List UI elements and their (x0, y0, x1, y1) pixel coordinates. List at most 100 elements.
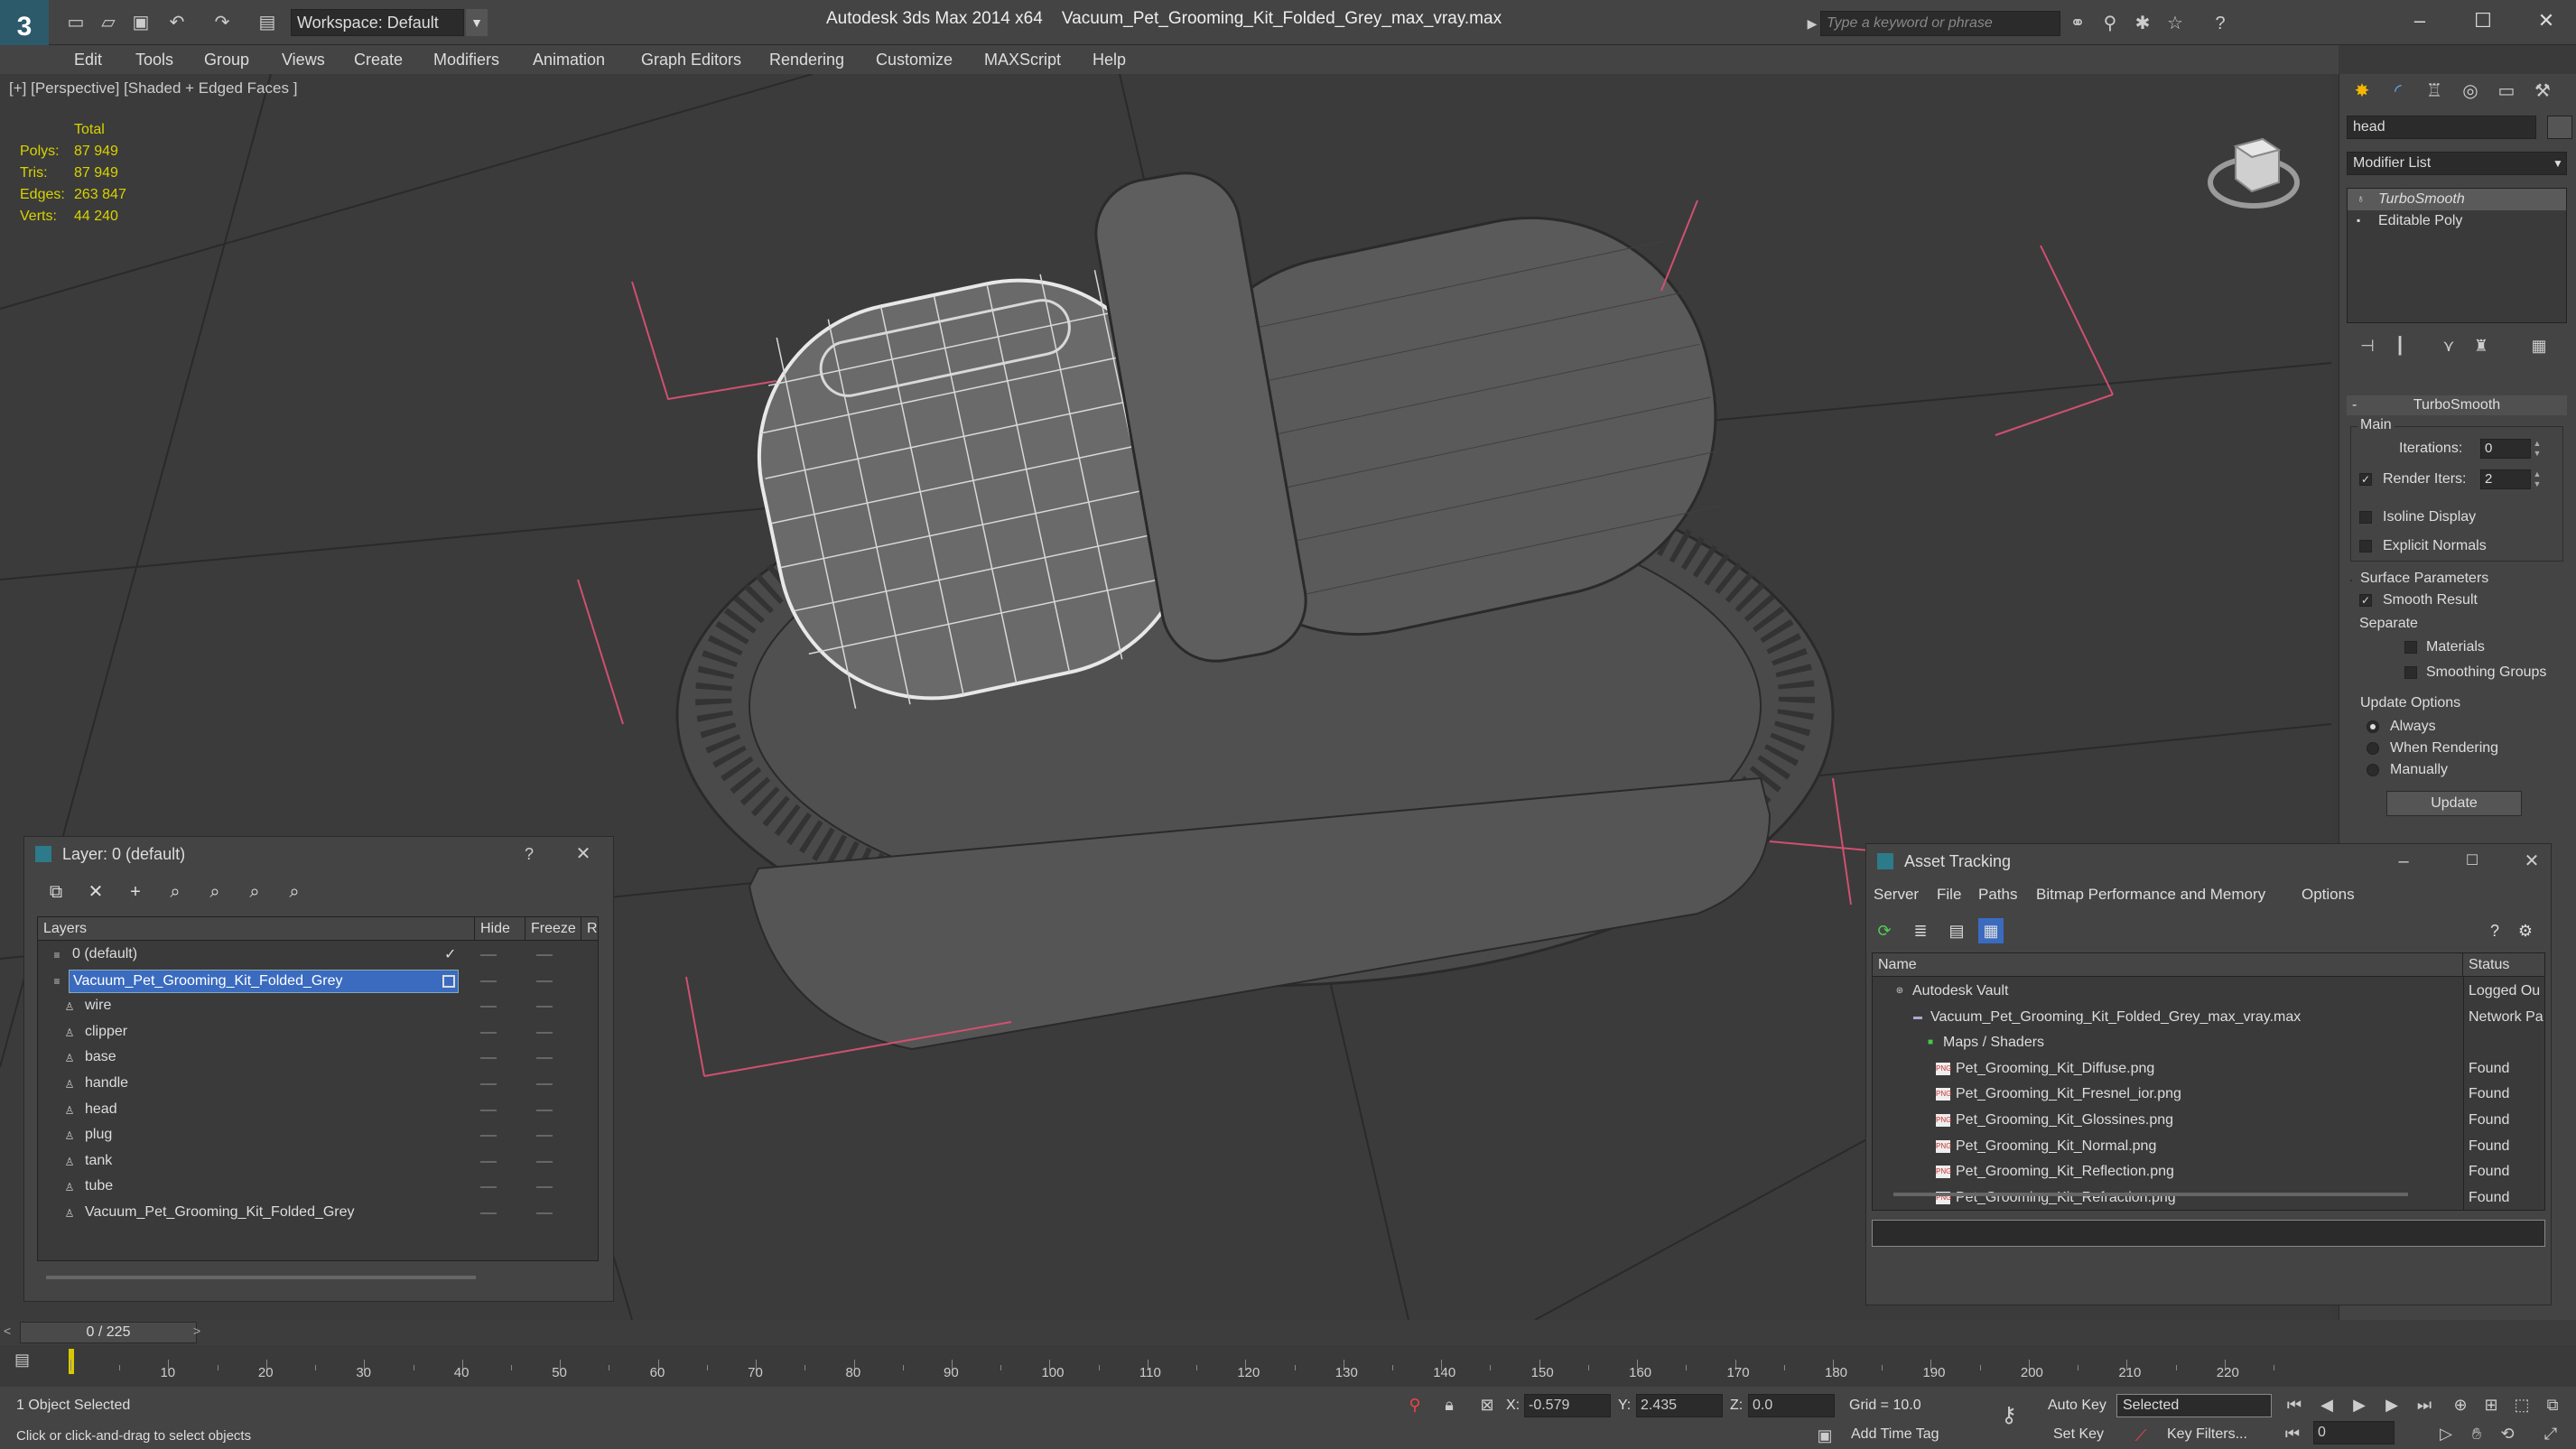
toggle-dash[interactable] (536, 1160, 553, 1163)
modifier-list-dropdown[interactable]: Modifier List (2347, 152, 2567, 175)
display-tab-icon[interactable]: ▭ (2491, 78, 2522, 105)
layer-name[interactable]: handle (81, 1073, 132, 1096)
col-name[interactable]: Name (1873, 953, 2463, 977)
toggle-dash[interactable] (480, 1212, 497, 1214)
new-layer-icon[interactable]: ⧉ (42, 878, 70, 906)
menu-views[interactable]: Views (282, 51, 325, 70)
menu-maxscript[interactable]: MAXScript (984, 51, 1061, 70)
update-manually-radio[interactable] (2367, 764, 2379, 776)
key-filters-button[interactable]: Key Filters... (2167, 1426, 2247, 1443)
zoom-extents-icon[interactable]: ⬚ (2508, 1392, 2535, 1417)
motion-tab-icon[interactable]: ◎ (2455, 78, 2486, 105)
layer-name[interactable]: tube (81, 1175, 116, 1199)
toggle-dash[interactable] (480, 1006, 497, 1008)
hide-all-icon[interactable]: ⌕ (241, 878, 268, 906)
asset-row[interactable]: PNG Pet_Grooming_Kit_Normal.png Found (1873, 1134, 2544, 1159)
mini-curve-editor-icon[interactable]: ▤ (14, 1351, 40, 1374)
viewcube-icon[interactable] (2207, 119, 2301, 213)
go-to-end-icon[interactable]: ⏭ (2411, 1392, 2438, 1417)
highlight-layer-icon[interactable]: ⌕ (201, 878, 228, 906)
hierarchy-tab-icon[interactable]: ♖ (2419, 78, 2450, 105)
create-tab-icon[interactable]: ✸ (2347, 78, 2377, 105)
explicit-normals-checkbox[interactable] (2359, 540, 2372, 553)
layer-object-row[interactable]: ♙ wire (38, 994, 598, 1019)
close-icon[interactable]: ✕ (2516, 848, 2547, 875)
pin-stack-icon[interactable]: ⊣ (2356, 334, 2379, 358)
toggle-dash[interactable] (480, 1083, 497, 1085)
materials-checkbox[interactable] (2404, 641, 2417, 654)
add-to-layer-icon[interactable]: + (122, 878, 149, 906)
layer-name[interactable]: tank (81, 1150, 116, 1174)
minimize-icon[interactable]: – (2388, 848, 2419, 875)
asset-row[interactable]: ■ Maps / Shaders (1873, 1030, 2544, 1055)
configure-sets-icon[interactable]: ▦ (2527, 334, 2551, 358)
layer-object-row[interactable]: ♙ clipper (38, 1020, 598, 1045)
layer-object-row[interactable]: ♙ tank (38, 1149, 598, 1175)
favorites-star-icon[interactable]: ☆ (2162, 11, 2189, 36)
zoom-extents-all-icon[interactable]: ⧉ (2539, 1392, 2566, 1417)
zoom-icon[interactable]: ⊕ (2447, 1392, 2474, 1417)
make-unique-icon[interactable]: ⋎ (2437, 334, 2460, 358)
freeze-all-icon[interactable]: ⌕ (281, 878, 308, 906)
help-icon[interactable]: ? (514, 841, 544, 868)
layer-object-row[interactable]: ♙ Vacuum_Pet_Grooming_Kit_Folded_Grey (38, 1201, 598, 1226)
show-end-result-icon[interactable]: ┃ (2388, 334, 2412, 358)
smoothing-groups-checkbox[interactable] (2404, 666, 2417, 679)
project-folder-icon[interactable]: ▤ (255, 11, 280, 34)
settings-icon[interactable]: ⚙ (2513, 918, 2538, 943)
toggle-dash[interactable] (480, 1160, 497, 1163)
open-file-icon[interactable]: ▱ (96, 11, 121, 34)
field-of-view-icon[interactable]: ▷ (2432, 1421, 2460, 1446)
x-coord-field[interactable]: -0.579 (1524, 1394, 1611, 1417)
layer-name[interactable]: 0 (default) (69, 943, 141, 967)
viewport-label[interactable]: [+] [Perspective] [Shaded + Edged Faces … (9, 79, 297, 98)
render-iters-spinner[interactable]: 2 (2480, 469, 2531, 489)
select-objects-icon[interactable]: ⌕ (162, 878, 189, 906)
turbosmooth-rollout-header[interactable]: - TurboSmooth (2347, 395, 2567, 415)
asset-row[interactable]: ⊛ Autodesk Vault Logged Ou (1873, 979, 2544, 1004)
toggle-dash[interactable] (536, 954, 553, 956)
toggle-dash[interactable] (536, 1186, 553, 1189)
play-icon[interactable]: ▶ (2346, 1392, 2373, 1417)
menu-rendering[interactable]: Rendering (769, 51, 844, 70)
lock-selection-icon[interactable]: 🔒︎ (1436, 1392, 1463, 1417)
asset-row[interactable]: PNG Pet_Grooming_Kit_Glossines.png Found (1873, 1108, 2544, 1133)
asset-row[interactable]: PNG Pet_Grooming_Kit_Refraction.png Found (1873, 1185, 2544, 1210)
menu-graph-editors[interactable]: Graph Editors (641, 51, 741, 70)
layers-scrollbar[interactable] (46, 1276, 476, 1279)
spinner-arrows-icon[interactable]: ▲ ▼ (2531, 469, 2543, 489)
spinner-arrows-icon[interactable]: ▲ ▼ (2531, 439, 2543, 459)
key-mode-icon[interactable]: ⟋ (2127, 1423, 2154, 1448)
active-layer-check-icon[interactable]: ✓ (444, 943, 456, 968)
remove-modifier-icon[interactable]: ♜ (2469, 334, 2493, 358)
maximize-icon[interactable]: ☐ (2457, 848, 2488, 875)
add-time-tag[interactable]: Add Time Tag (1851, 1426, 1939, 1443)
menu-customize[interactable]: Customize (876, 51, 953, 70)
stack-item-editable-poly[interactable]: ▪ Editable Poly (2348, 210, 2566, 232)
layer-row-default[interactable]: ≡ 0 (default) ✓ (38, 943, 598, 968)
object-name-field[interactable]: head (2347, 116, 2536, 139)
time-slider-thumb[interactable]: 0 / 225 (20, 1322, 197, 1343)
z-coord-field[interactable]: 0.0 (1748, 1394, 1835, 1417)
zoom-all-icon[interactable]: ⊞ (2478, 1392, 2505, 1417)
add-time-tag-icon[interactable]: ▣ (1811, 1423, 1838, 1448)
isoline-display-checkbox[interactable] (2359, 511, 2372, 524)
menu-edit[interactable]: Edit (74, 51, 102, 70)
toggle-dash[interactable] (536, 1212, 553, 1214)
key-icon[interactable]: ⚷ (1995, 1403, 2023, 1428)
previous-frame-icon[interactable]: ◀ (2313, 1392, 2340, 1417)
table-view-icon[interactable]: ▦ (1978, 918, 2004, 943)
asset-menu-options[interactable]: Options (2302, 886, 2355, 904)
layer-name[interactable]: clipper (81, 1021, 131, 1045)
toggle-dash[interactable] (536, 1057, 553, 1060)
current-frame-marker[interactable] (69, 1349, 74, 1374)
layer-row-selected[interactable]: ≡ Vacuum_Pet_Grooming_Kit_Folded_Grey (38, 969, 598, 994)
pan-icon[interactable]: ✋︎ (2463, 1421, 2490, 1446)
toggle-dash[interactable] (536, 1006, 553, 1008)
layer-name[interactable]: Vacuum_Pet_Grooming_Kit_Folded_Grey (81, 1202, 358, 1225)
chevron-down-icon[interactable]: ▼ (2547, 152, 2569, 175)
minimize-icon[interactable]: – (2398, 5, 2441, 36)
auto-key-button[interactable]: Auto Key (2048, 1398, 2106, 1414)
go-to-start-icon[interactable]: ⏮ (2281, 1392, 2308, 1417)
toggle-dash[interactable] (480, 1135, 497, 1138)
